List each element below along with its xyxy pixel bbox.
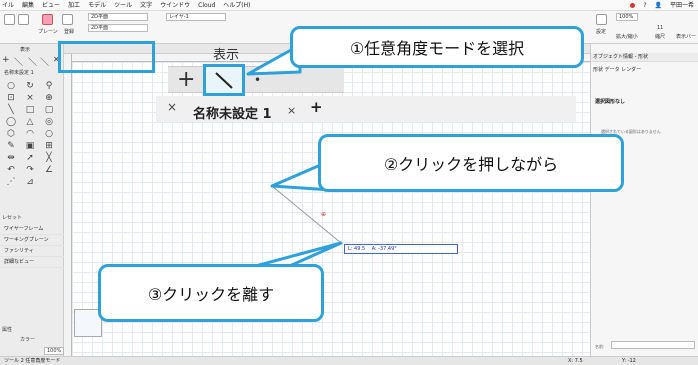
app-window: イル 編集 ビュー 加工 モデル ツール 文字 ウインドウ Cloud ヘルプ(… [0,0,698,365]
callout-step2: ②クリックを押しながら [318,134,624,192]
callout-step1: ①任意角度モードを選択 [290,26,584,68]
callout-step3: ③クリックを離す [98,264,324,322]
